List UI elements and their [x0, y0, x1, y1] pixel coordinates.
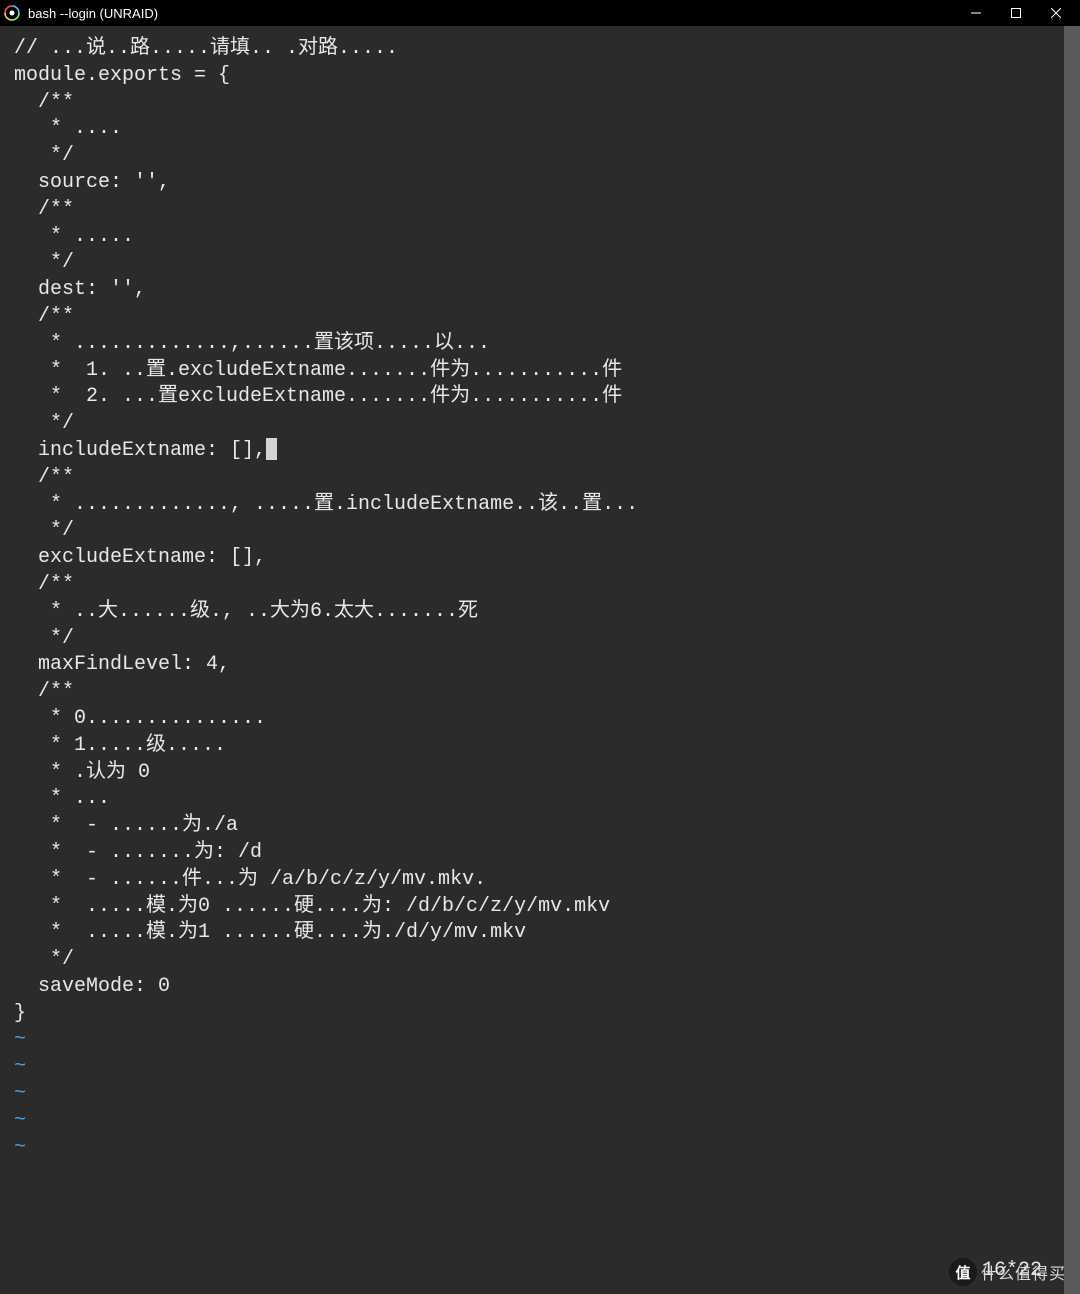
window-title: bash --login (UNRAID) — [28, 6, 158, 21]
window-controls — [956, 0, 1076, 26]
terminal-content[interactable]: // ...说..路.....请填.. .对路.....module.expor… — [0, 26, 1080, 1171]
code-line: /** — [14, 465, 1066, 492]
code-line: * .认为 0 — [14, 760, 1066, 787]
code-line: */ — [14, 518, 1066, 545]
code-line: maxFindLevel: 4, — [14, 652, 1066, 679]
code-line: // ...说..路.....请填.. .对路..... — [14, 36, 1066, 63]
window-titlebar: bash --login (UNRAID) — [0, 0, 1080, 26]
code-line: */ — [14, 143, 1066, 170]
code-line: module.exports = { — [14, 63, 1066, 90]
code-line: * 1.....级..... — [14, 733, 1066, 760]
code-line: * - ......件...为 /a/b/c/z/y/mv.mkv. — [14, 867, 1066, 894]
code-line: /** — [14, 197, 1066, 224]
code-line: */ — [14, 626, 1066, 653]
code-line: includeExtname: [], — [14, 438, 1066, 465]
empty-line-tilde: ~ — [14, 1027, 1066, 1054]
code-line: * ............., .....置.includeExtname..… — [14, 492, 1066, 519]
code-line: * - .......为: /d — [14, 840, 1066, 867]
code-line: /** — [14, 304, 1066, 331]
code-line: * ... — [14, 786, 1066, 813]
empty-line-tilde: ~ — [14, 1108, 1066, 1135]
code-line: dest: '', — [14, 277, 1066, 304]
code-line: * .... — [14, 116, 1066, 143]
close-button[interactable] — [1036, 0, 1076, 26]
minimize-button[interactable] — [956, 0, 996, 26]
code-line: * - ......为./a — [14, 813, 1066, 840]
code-line: excludeExtname: [], — [14, 545, 1066, 572]
code-line: /** — [14, 90, 1066, 117]
empty-line-tilde: ~ — [14, 1081, 1066, 1108]
code-line: source: '', — [14, 170, 1066, 197]
titlebar-left: bash --login (UNRAID) — [4, 5, 158, 21]
watermark: 值 什么值得买 — [949, 1258, 1066, 1286]
code-line: * .....模.为1 ......硬....为./d/y/mv.mkv — [14, 920, 1066, 947]
code-line: } — [14, 1001, 1066, 1028]
watermark-text: 什么值得买 — [981, 1260, 1066, 1284]
code-line: /** — [14, 679, 1066, 706]
code-line: * ..... — [14, 224, 1066, 251]
watermark-badge-icon: 值 — [949, 1258, 977, 1286]
code-line: * .....模.为0 ......硬....为: /d/b/c/z/y/mv.… — [14, 894, 1066, 921]
code-line: saveMode: 0 — [14, 974, 1066, 1001]
maximize-button[interactable] — [996, 0, 1036, 26]
code-line: */ — [14, 411, 1066, 438]
empty-line-tilde: ~ — [14, 1135, 1066, 1162]
code-line: * 2. ...置excludeExtname.......件为........… — [14, 384, 1066, 411]
code-line: * ..大......级., ..大为6.太大.......死 — [14, 599, 1066, 626]
app-icon — [4, 5, 20, 21]
empty-line-tilde: ~ — [14, 1054, 1066, 1081]
text-cursor — [266, 438, 277, 460]
code-line: * 1. ..置.excludeExtname.......件为........… — [14, 358, 1066, 385]
code-line: /** — [14, 572, 1066, 599]
code-line: * .............,......置该项.....以... — [14, 331, 1066, 358]
code-line: */ — [14, 947, 1066, 974]
editor-status-bar: 16*22 — [0, 1256, 1062, 1284]
code-line: * 0............... — [14, 706, 1066, 733]
code-line: */ — [14, 250, 1066, 277]
